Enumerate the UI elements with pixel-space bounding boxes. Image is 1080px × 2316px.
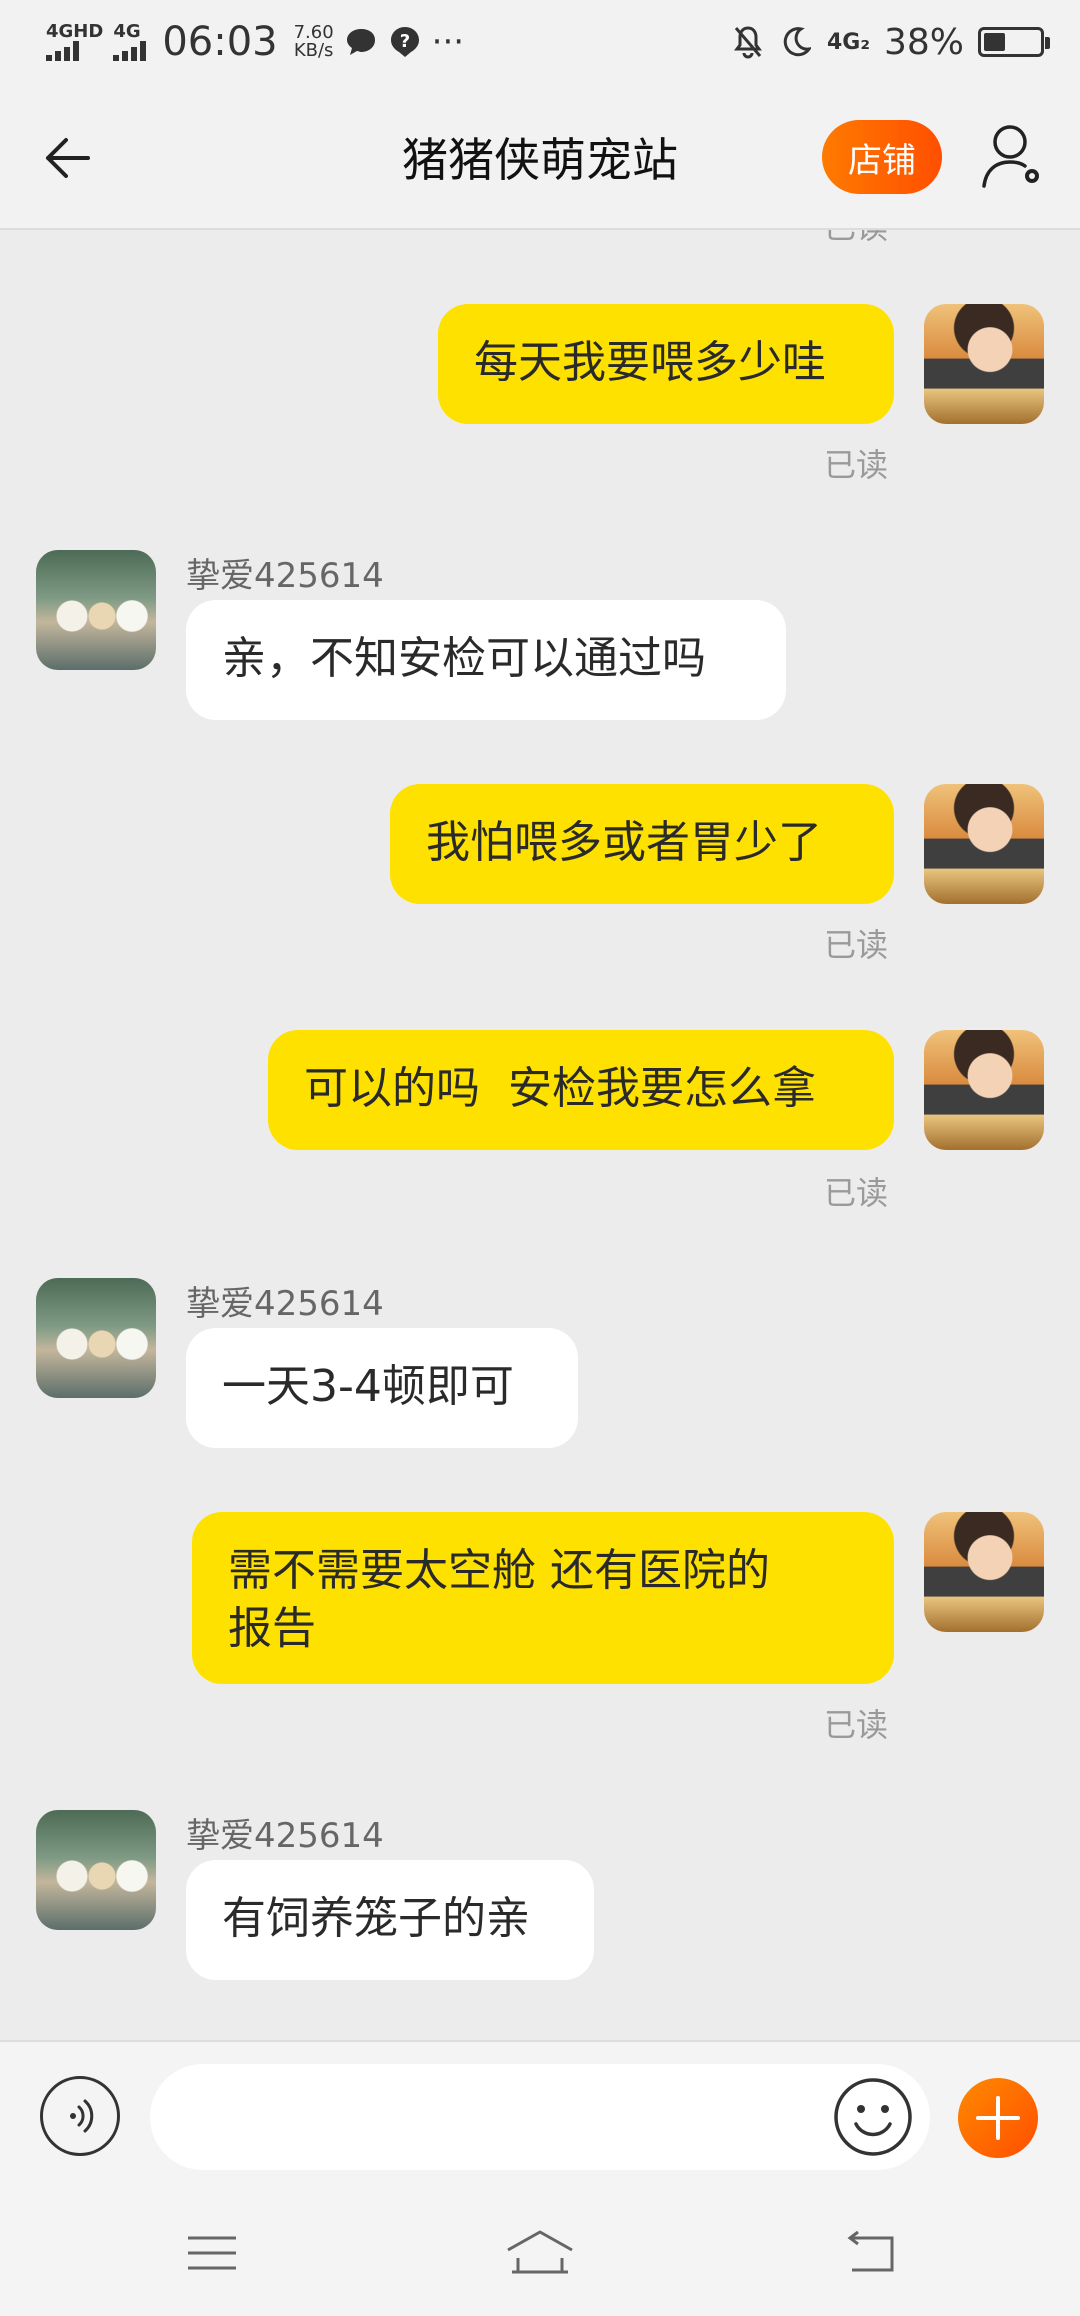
voice-icon[interactable]	[40, 2076, 120, 2156]
message-bubble-sent[interactable]: 每天我要喂多少哇	[438, 304, 894, 424]
chat-bubble-icon	[344, 25, 378, 59]
read-receipt: 已读	[824, 446, 889, 484]
read-receipt: 已读	[824, 1174, 889, 1212]
emoji-icon[interactable]	[832, 2076, 914, 2158]
battery-percent: 38%	[883, 21, 964, 63]
message-bubble-received[interactable]: 有饲养笼子的亲	[186, 1860, 594, 1980]
network-speed: 7.60 KB/s	[294, 24, 334, 60]
message-bubble-sent[interactable]: 需不需要太空舱 还有医院的 报告	[192, 1512, 894, 1684]
clock: 06:03	[162, 19, 278, 65]
read-receipt: 已读	[824, 1706, 889, 1744]
menu-icon[interactable]	[182, 2228, 242, 2278]
system-nav-bar	[0, 2190, 1080, 2316]
moon-icon	[779, 25, 813, 59]
read-receipt: 已读	[824, 926, 889, 964]
message-bubble-received[interactable]: 亲，不知安检可以通过吗	[186, 600, 786, 720]
signal-icon-2: 4G	[113, 21, 147, 61]
my-avatar[interactable]	[924, 304, 1044, 424]
more-icon: ···	[431, 22, 465, 62]
network-type-1: 4GHD	[46, 21, 104, 42]
network-type-2: 4G	[113, 21, 141, 42]
seller-avatar[interactable]	[36, 550, 156, 670]
home-icon[interactable]	[504, 2228, 576, 2278]
speed-unit: KB/s	[293, 40, 334, 61]
header: 猪猪侠萌宠站 店铺	[0, 84, 1080, 230]
my-avatar[interactable]	[924, 1030, 1044, 1150]
input-bar	[0, 2040, 1080, 2192]
shop-button[interactable]: 店铺	[822, 120, 942, 194]
my-avatar[interactable]	[924, 784, 1044, 904]
signal-icon: 4GHD	[46, 23, 103, 61]
message-bubble-sent[interactable]: 我怕喂多或者胃少了	[390, 784, 894, 904]
message-input[interactable]	[150, 2064, 930, 2170]
status-bar: 4GHD 4G 06:03 7.60 KB/s ? ··· 4G₂ 38%	[0, 0, 1080, 84]
message-bubble-received[interactable]: 一天3-4顿即可	[186, 1328, 578, 1448]
read-receipt: 已读	[824, 230, 888, 248]
user-settings-icon[interactable]	[980, 122, 1048, 192]
seller-avatar[interactable]	[36, 1810, 156, 1930]
my-avatar[interactable]	[924, 1512, 1044, 1632]
mute-bell-icon	[731, 25, 765, 59]
seller-avatar[interactable]	[36, 1278, 156, 1398]
battery-icon	[978, 27, 1050, 57]
help-icon: ?	[388, 25, 422, 59]
message-bubble-sent[interactable]: 可以的吗 安检我要怎么拿	[268, 1030, 894, 1150]
sender-name: 挚爱425614	[186, 556, 384, 596]
sender-name: 挚爱425614	[186, 1284, 384, 1324]
back-nav-icon[interactable]	[840, 2228, 900, 2278]
chat-area[interactable]: 已读 每天我要喂多少哇 已读 挚爱425614 亲，不知安检可以通过吗 我怕喂多…	[0, 230, 1080, 2040]
sender-name: 挚爱425614	[186, 1816, 384, 1856]
network-type-right: 4G₂	[826, 29, 870, 55]
add-attachment-icon[interactable]	[958, 2078, 1038, 2158]
svg-text:?: ?	[399, 31, 409, 52]
